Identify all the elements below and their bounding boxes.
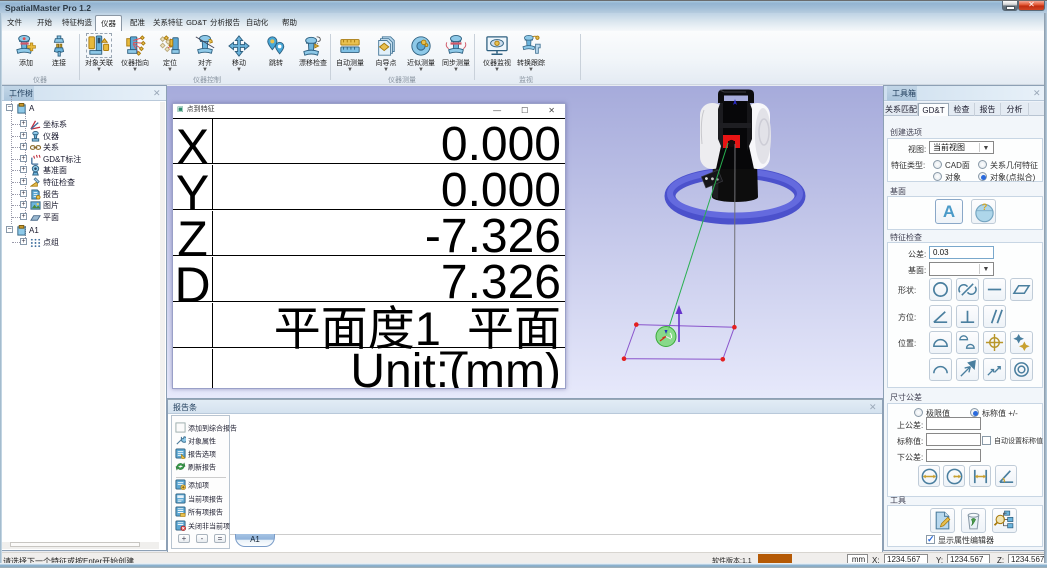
svg-text:?: ? (982, 202, 988, 212)
